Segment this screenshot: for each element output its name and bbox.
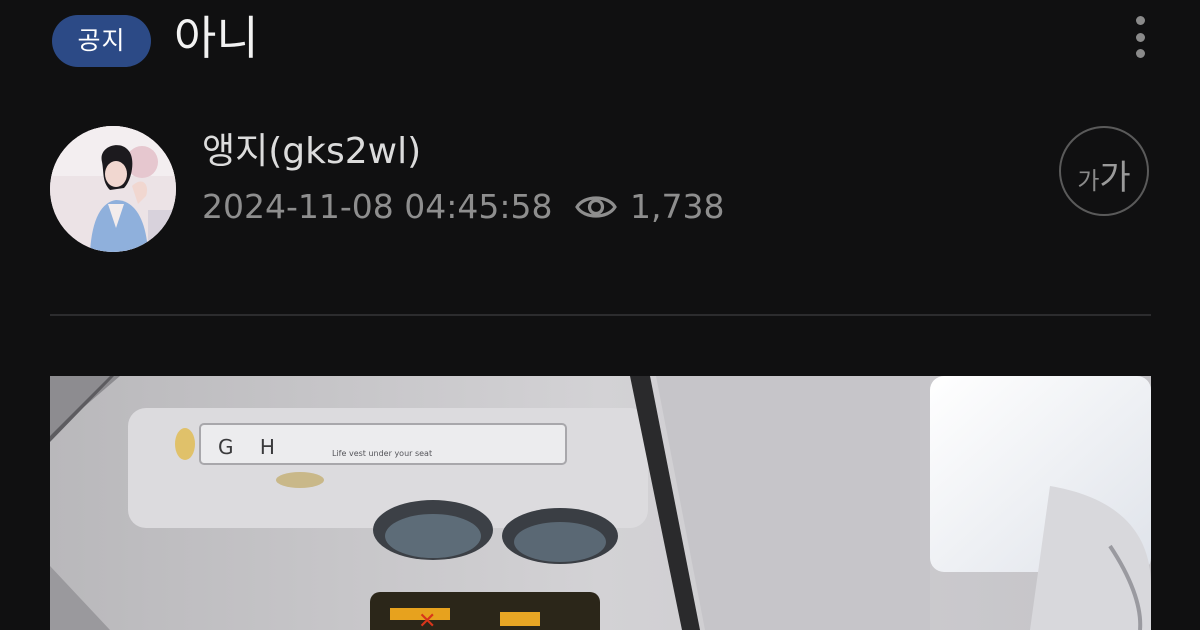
eye-icon bbox=[575, 196, 617, 218]
view-count: 1,738 bbox=[630, 187, 725, 226]
post-page: 공지 아니 앵지(gks2wl) 2024-11-08 04:45:58 1,7… bbox=[0, 0, 1200, 630]
svg-text:✕: ✕ bbox=[418, 609, 436, 630]
post-title: 아니 bbox=[174, 11, 259, 65]
more-options-button[interactable] bbox=[1122, 10, 1158, 64]
panel-small-label: Life vest under your seat bbox=[332, 449, 432, 458]
author-avatar[interactable] bbox=[50, 126, 176, 252]
panel-row-label: G H bbox=[218, 435, 285, 459]
post-datetime: 2024-11-08 04:45:58 bbox=[202, 187, 553, 226]
font-size-button[interactable]: 가 가 bbox=[1059, 126, 1149, 216]
notice-badge: 공지 bbox=[52, 15, 151, 67]
author-name[interactable]: 앵지(gks2wl) bbox=[202, 128, 421, 176]
post-image[interactable]: G H Life vest under your seat ✕ bbox=[50, 376, 1151, 630]
font-size-icon: 가 bbox=[1077, 167, 1100, 195]
more-vertical-icon bbox=[1135, 16, 1145, 25]
divider bbox=[50, 314, 1151, 316]
